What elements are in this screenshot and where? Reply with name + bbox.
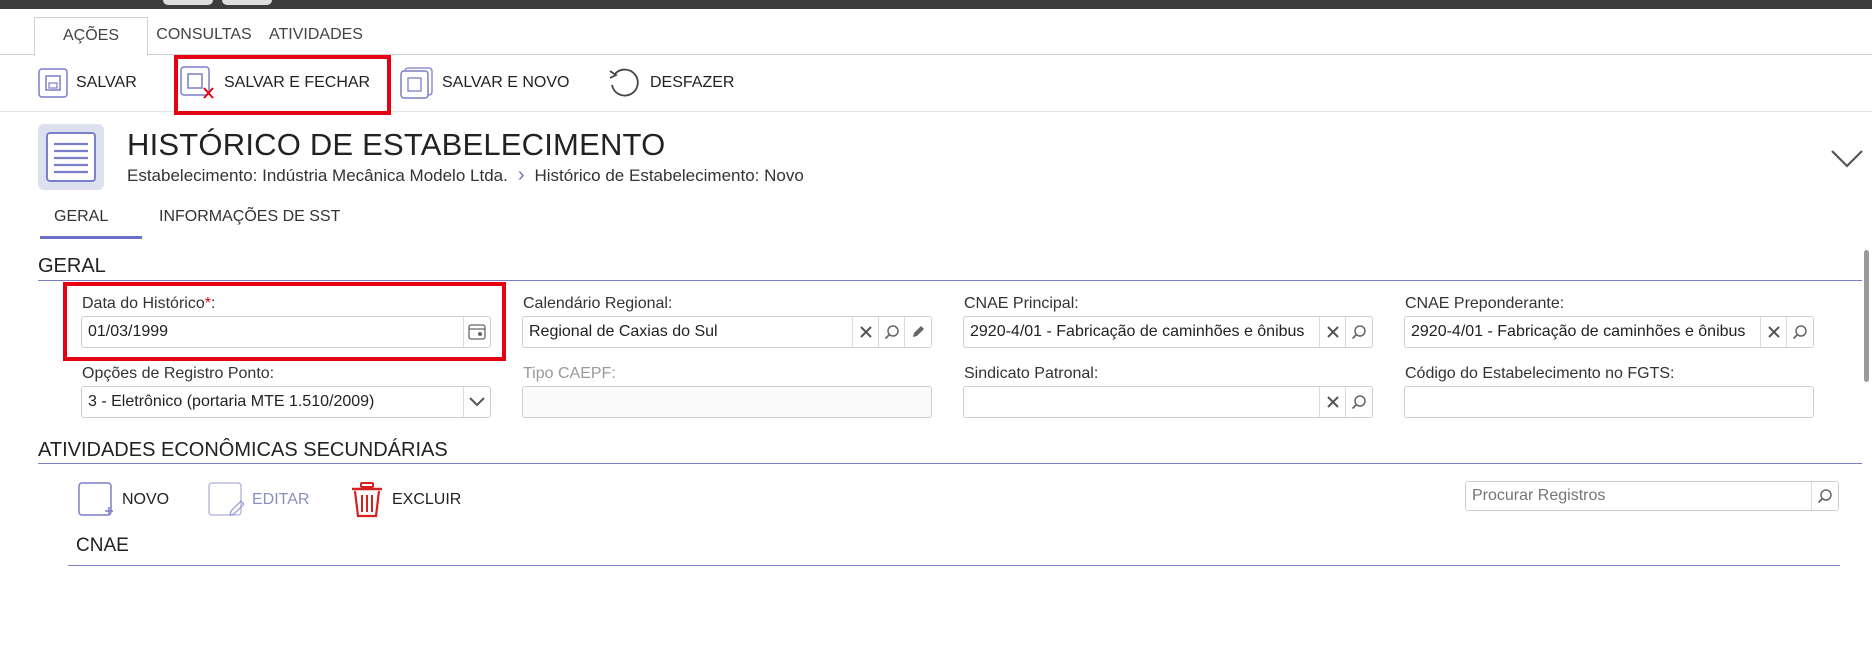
table-column-header-cnae[interactable]: CNAE — [76, 535, 129, 557]
section-title-geral: GERAL — [38, 255, 106, 277]
chevron-down-icon[interactable] — [1830, 148, 1864, 175]
clear-x-icon[interactable] — [1319, 387, 1346, 417]
undo-icon — [609, 68, 639, 97]
undo-button[interactable]: DESFAZER — [606, 55, 734, 111]
breadcrumb-item[interactable]: Estabelecimento: Indústria Mecânica Mode… — [127, 166, 508, 186]
search-icon[interactable] — [1811, 482, 1838, 510]
cnae-principal-label: CNAE Principal: — [964, 295, 1079, 312]
opcoes-registro-ponto-value: 3 - Eletrônico (portaria MTE 1.510/2009) — [88, 393, 375, 410]
edit-record-button[interactable]: EDITAR — [208, 480, 309, 520]
new-record-label: NOVO — [122, 491, 170, 508]
search-records-input[interactable] — [1470, 482, 1804, 510]
opcoes-registro-ponto-select[interactable]: 3 - Eletrônico (portaria MTE 1.510/2009) — [81, 386, 491, 418]
save-and-new-button[interactable]: SALVAR E NOVO — [400, 55, 569, 111]
tipo-caepf-field — [522, 386, 932, 418]
cnae-preponderante-label: CNAE Preponderante: — [1405, 295, 1565, 312]
delete-record-label: EXCLUIR — [392, 491, 462, 508]
search-icon[interactable] — [1345, 317, 1372, 347]
cnae-principal-field[interactable]: 2920-4/01 - Fabricação de caminhões e ôn… — [963, 316, 1373, 348]
clear-x-icon[interactable] — [1760, 317, 1787, 347]
calendario-regional-field[interactable]: Regional de Caxias do Sul — [522, 316, 932, 348]
active-subtab-indicator — [40, 236, 142, 239]
edit-pencil-icon[interactable] — [904, 317, 931, 347]
opcoes-registro-ponto-label: Opções de Registro Ponto: — [82, 365, 275, 382]
section-divider — [38, 463, 1862, 464]
sindicato-patronal-label: Sindicato Patronal: — [964, 365, 1099, 382]
page-title: HISTÓRICO DE ESTABELECIMENTO — [127, 127, 666, 162]
highlight-box-save-close — [174, 55, 391, 115]
tab-atividades[interactable]: ATIVIDADES — [266, 17, 366, 55]
ribbon-tabs: AÇÕES CONSULTAS ATIVIDADES — [0, 9, 1872, 57]
cnae-preponderante-value: 2920-4/01 - Fabricação de caminhões e ôn… — [1411, 323, 1746, 340]
save-button[interactable]: SALVAR — [38, 55, 137, 111]
save-label: SALVAR — [76, 74, 137, 91]
clear-x-icon[interactable] — [852, 317, 879, 347]
calendario-regional-value: Regional de Caxias do Sul — [529, 323, 718, 340]
tab-acoes[interactable]: AÇÕES — [34, 17, 148, 57]
chevron-right-icon: › — [517, 164, 525, 186]
delete-record-button[interactable]: EXCLUIR — [350, 480, 461, 520]
breadcrumb-item: Histórico de Estabelecimento: Novo — [534, 165, 804, 185]
top-bar-tab-handle — [222, 0, 272, 5]
search-icon[interactable] — [1786, 317, 1813, 347]
edit-record-icon — [208, 482, 244, 516]
tab-consultas[interactable]: CONSULTAS — [154, 17, 254, 55]
save-new-icon — [400, 67, 433, 99]
top-bar-tab-handle — [163, 0, 213, 5]
section-title-atividades-secundarias: ATIVIDADES ECONÔMICAS SECUNDÁRIAS — [38, 439, 448, 461]
table-header-divider — [68, 565, 1840, 566]
highlight-box-data-historico — [63, 282, 506, 361]
subtab-informacoes-sst[interactable]: INFORMAÇÕES DE SST — [159, 208, 340, 226]
codigo-fgts-field[interactable] — [1404, 386, 1814, 418]
undo-label: DESFAZER — [650, 74, 735, 91]
sindicato-patronal-field[interactable] — [963, 386, 1373, 418]
new-record-button[interactable]: NOVO — [78, 480, 169, 520]
clear-x-icon[interactable] — [1319, 317, 1346, 347]
cnae-preponderante-field[interactable]: 2920-4/01 - Fabricação de caminhões e ôn… — [1404, 316, 1814, 348]
subtab-geral[interactable]: GERAL — [54, 208, 108, 226]
section-divider — [38, 280, 1862, 281]
tipo-caepf-label: Tipo CAEPF: — [523, 365, 616, 382]
window-top-bar — [0, 0, 1872, 9]
cnae-principal-value: 2920-4/01 - Fabricação de caminhões e ôn… — [970, 323, 1305, 340]
chevron-down-icon[interactable] — [463, 387, 490, 417]
edit-record-label: EDITAR — [252, 491, 310, 508]
save-icon — [38, 68, 68, 98]
codigo-fgts-label: Código do Estabelecimento no FGTS: — [1405, 365, 1675, 382]
scrollbar-thumb[interactable] — [1864, 250, 1869, 382]
calendario-regional-label: Calendário Regional: — [523, 295, 673, 312]
document-list-icon — [38, 124, 104, 190]
search-icon[interactable] — [878, 317, 905, 347]
search-icon[interactable] — [1345, 387, 1372, 417]
search-records-box — [1465, 481, 1839, 511]
save-and-new-label: SALVAR E NOVO — [442, 74, 570, 91]
new-record-icon — [78, 482, 113, 516]
trash-icon — [352, 482, 382, 518]
breadcrumb: Estabelecimento: Indústria Mecânica Mode… — [127, 164, 804, 187]
